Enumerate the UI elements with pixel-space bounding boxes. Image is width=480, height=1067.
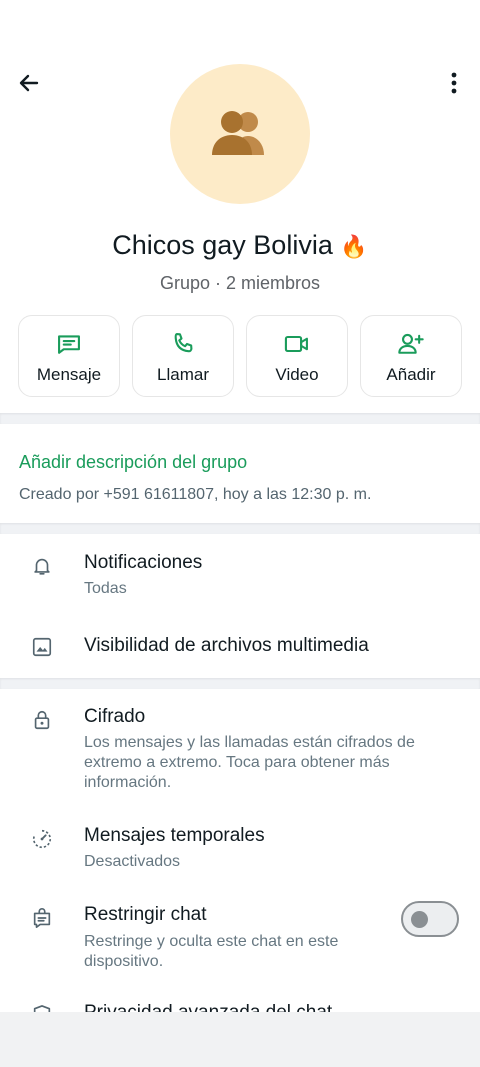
- timer-icon: [32, 829, 52, 849]
- message-icon: [58, 335, 80, 354]
- video-label: Video: [275, 365, 319, 384]
- media-visibility-title: Visibilidad de archivos multimedia: [84, 635, 369, 656]
- message-label: Mensaje: [36, 365, 102, 384]
- restrict-chat-toggle[interactable]: [401, 901, 459, 937]
- message-button[interactable]: Mensaje: [18, 315, 120, 397]
- advanced-privacy-title: Privacidad avanzada del chat: [84, 1002, 332, 1012]
- restrict-chat-description: Restringe y oculta este chat en este dis…: [84, 933, 339, 970]
- disappearing-messages-title: Mensajes temporales: [84, 825, 265, 846]
- add-person-icon: [398, 333, 424, 354]
- call-button[interactable]: Llamar: [132, 315, 234, 397]
- notifications-title: Notificaciones: [84, 552, 203, 573]
- more-options-button[interactable]: [440, 68, 468, 98]
- group-member-count: Grupo · 2 miembros: [159, 273, 321, 293]
- add-description-link[interactable]: Añadir descripción del grupo: [19, 452, 247, 473]
- arrow-left-icon: [19, 74, 39, 92]
- phone-icon: [174, 333, 193, 353]
- shield-icon: [33, 1005, 51, 1012]
- group-name-text: Chicos gay Bolivia: [112, 230, 333, 260]
- section-divider: [0, 523, 480, 534]
- notifications-value: Todas: [84, 580, 127, 597]
- bell-icon: [34, 558, 50, 575]
- disappearing-messages-value: Desactivados: [84, 853, 181, 870]
- image-icon: [32, 637, 52, 657]
- video-icon: [284, 335, 308, 353]
- section-divider: [0, 678, 480, 689]
- call-label: Llamar: [157, 365, 209, 384]
- chat-lock-icon: [33, 908, 51, 928]
- group-avatar[interactable]: [170, 64, 310, 204]
- group-name: Chicos gay Bolivia 🔥: [0, 230, 480, 261]
- encryption-description: Los mensajes y las llamadas están cifrad…: [84, 734, 415, 791]
- add-member-label: Añadir: [386, 365, 436, 384]
- section-divider: [0, 413, 480, 424]
- restrict-chat-title: Restringir chat: [84, 904, 207, 925]
- fire-emoji: 🔥: [340, 234, 368, 259]
- action-buttons: Mensaje Llamar Video Añadir: [18, 315, 462, 397]
- group-people-icon: [212, 111, 264, 155]
- lock-icon: [34, 710, 50, 730]
- back-button[interactable]: [14, 68, 44, 98]
- created-by-text: Creado por +591 61611807, hoy a las 12:3…: [19, 486, 372, 503]
- encryption-title: Cifrado: [84, 706, 146, 727]
- group-info-screen: Chicos gay Bolivia 🔥 Grupo · 2 miembros …: [0, 0, 480, 1012]
- toggle-knob: [411, 911, 428, 928]
- add-member-button[interactable]: Añadir: [360, 315, 462, 397]
- video-button[interactable]: Video: [246, 315, 348, 397]
- system-navigation-bar: [0, 1012, 480, 1067]
- more-vertical-icon: [451, 72, 457, 94]
